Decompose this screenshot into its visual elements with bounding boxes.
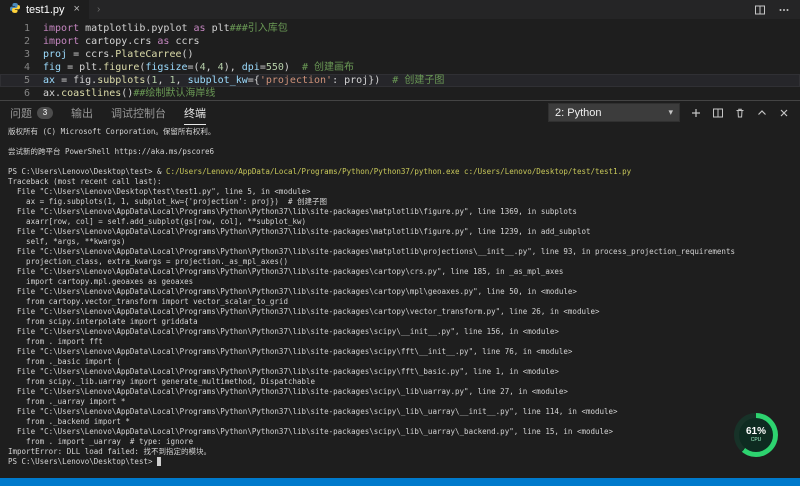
code-line[interactable]: 2import cartopy.crs as ccrs <box>0 35 800 48</box>
chevron-down-icon: ▾ <box>668 107 673 118</box>
terminal-line: File "C:\Users\Lenovo\AppData\Local\Prog… <box>8 207 800 217</box>
breadcrumb-chevron-icon: › <box>97 4 100 15</box>
code-line[interactable]: 4fig = plt.figure(figsize=(4, 4), dpi=55… <box>0 61 800 74</box>
panel-tab-debug-console[interactable]: 调试控制台 <box>111 101 166 125</box>
terminal-line: Traceback (most recent call last): <box>8 177 800 187</box>
terminal-line: File "C:\Users\Lenovo\AppData\Local\Prog… <box>8 227 800 237</box>
terminal-line: 版权所有 (C) Microsoft Corporation。保留所有权利。 <box>8 127 800 137</box>
terminal-line: File "C:\Users\Lenovo\AppData\Local\Prog… <box>8 247 800 257</box>
editor-tab-bar: test1.py × › <box>0 0 800 19</box>
code-line[interactable]: 1import matplotlib.pyplot as plt###引入库包 <box>0 22 800 35</box>
terminal-line: File "C:\Users\Lenovo\AppData\Local\Prog… <box>8 387 800 397</box>
terminal-line: import cartopy.mpl.geoaxes as geoaxes <box>8 277 800 287</box>
code-text: import cartopy.crs as ccrs <box>43 35 200 48</box>
code-text: proj = ccrs.PlateCarree() <box>43 48 194 61</box>
code-line[interactable]: 6ax.coastlines()##绘制默认海岸线 <box>0 87 800 100</box>
tab-title: test1.py <box>26 4 65 16</box>
terminal-line: from ._basic import ( <box>8 357 800 367</box>
cpu-gauge-inner: 61% CPU <box>739 418 773 452</box>
panel-header: 问题 3 输出 调试控制台 终端 2: Python ▾ <box>0 101 800 124</box>
code-line[interactable]: 3proj = ccrs.PlateCarree() <box>0 48 800 61</box>
code-text: fig = plt.figure(figsize=(4, 4), dpi=550… <box>43 61 354 74</box>
terminal-line: PS C:\Users\Lenovo\Desktop\test> <box>8 457 800 467</box>
status-bar[interactable] <box>0 478 800 486</box>
line-number: 4 <box>0 61 43 74</box>
terminal-line: from cartopy.vector_transform import vec… <box>8 297 800 307</box>
terminal-line <box>8 137 800 147</box>
panel-tab-label: 问题 <box>10 105 32 121</box>
split-terminal-icon[interactable] <box>712 107 724 119</box>
terminal-line: File "C:\Users\Lenovo\Desktop\test\test1… <box>8 187 800 197</box>
terminal-line: File "C:\Users\Lenovo\AppData\Local\Prog… <box>8 407 800 417</box>
terminal-dropdown[interactable]: 2: Python ▾ <box>548 103 680 122</box>
code-text: ax.coastlines()##绘制默认海岸线 <box>43 87 215 100</box>
more-actions-icon[interactable] <box>778 4 790 16</box>
bottom-panel: 问题3输出调试控制台终端 2: Python ▾ 版权所有 (C) Micros <box>0 100 800 478</box>
panel-tab-output[interactable]: 输出 <box>71 101 93 125</box>
maximize-panel-icon[interactable] <box>756 107 768 119</box>
terminal-line: File "C:\Users\Lenovo\AppData\Local\Prog… <box>8 267 800 277</box>
code-text: import matplotlib.pyplot as plt###引入库包 <box>43 22 288 35</box>
terminal-line: from . import fft <box>8 337 800 347</box>
terminal-line: File "C:\Users\Lenovo\AppData\Local\Prog… <box>8 327 800 337</box>
code-text: ax = fig.subplots(1, 1, subplot_kw={'pro… <box>43 74 444 87</box>
terminal-line: ax = fig.subplots(1, 1, subplot_kw={'pro… <box>8 197 800 207</box>
panel-tab-label: 调试控制台 <box>111 105 166 121</box>
terminal-line: File "C:\Users\Lenovo\AppData\Local\Prog… <box>8 427 800 437</box>
tab-close-icon[interactable]: × <box>74 4 80 15</box>
cpu-gauge: 61% CPU <box>734 413 778 457</box>
problems-badge: 3 <box>37 107 53 119</box>
close-panel-icon[interactable] <box>778 107 790 119</box>
terminal-line: File "C:\Users\Lenovo\AppData\Local\Prog… <box>8 307 800 317</box>
terminal-line: from scipy._lib.uarray import generate_m… <box>8 377 800 387</box>
terminal-line: from . import _uarray # type: ignore <box>8 437 800 447</box>
panel-tabs: 问题 3 输出 调试控制台 终端 <box>10 101 224 124</box>
split-editor-icon[interactable] <box>754 4 766 16</box>
new-terminal-icon[interactable] <box>690 107 702 119</box>
terminal-line <box>8 157 800 167</box>
panel-tab-problems[interactable]: 问题 3 <box>10 101 53 125</box>
line-number: 2 <box>0 35 43 48</box>
terminal-line: File "C:\Users\Lenovo\AppData\Local\Prog… <box>8 367 800 377</box>
terminal-dropdown-value: 2: Python <box>555 107 601 119</box>
terminal-output[interactable]: 版权所有 (C) Microsoft Corporation。保留所有权利。 尝… <box>0 124 800 478</box>
line-number: 5 <box>0 74 43 87</box>
terminal-line: from ._uarray import * <box>8 397 800 407</box>
vscode-window: { "icons": { "close": "×", "breadcrumb_c… <box>0 0 800 486</box>
line-number: 1 <box>0 22 43 35</box>
cpu-gauge-value: 61% <box>746 427 766 437</box>
terminal-line: 尝试新的跨平台 PowerShell https://aka.ms/pscore… <box>8 147 800 157</box>
editor-actions <box>754 0 800 19</box>
line-number: 6 <box>0 87 43 100</box>
panel-tab-terminal[interactable]: 终端 <box>184 101 206 125</box>
kill-terminal-icon[interactable] <box>734 107 746 119</box>
line-number: 3 <box>0 48 43 61</box>
terminal-line: File "C:\Users\Lenovo\AppData\Local\Prog… <box>8 287 800 297</box>
tab-test1py[interactable]: test1.py × <box>0 0 89 19</box>
code-editor[interactable]: 1import matplotlib.pyplot as plt###引入库包2… <box>0 19 800 100</box>
terminal-line: projection_class, extra_kwargs = project… <box>8 257 800 267</box>
terminal-line: self, *args, **kwargs) <box>8 237 800 247</box>
terminal-line: from ._backend import * <box>8 417 800 427</box>
terminal-line: PS C:\Users\Lenovo\Desktop\test> & C:/Us… <box>8 167 800 177</box>
python-file-icon <box>9 2 21 17</box>
cpu-gauge-label: CPU <box>751 437 762 443</box>
terminal-line: axarr[row, col] = self.add_subplot(gs[ro… <box>8 217 800 227</box>
editor-area: test1.py × › 1import matplotlib.pyplot a… <box>0 0 800 100</box>
terminal-line: File "C:\Users\Lenovo\AppData\Local\Prog… <box>8 347 800 357</box>
code-lines: 1import matplotlib.pyplot as plt###引入库包2… <box>0 22 800 100</box>
panel-tab-label: 终端 <box>184 105 206 121</box>
terminal-line: from scipy.interpolate import griddata <box>8 317 800 327</box>
panel-controls: 2: Python ▾ <box>548 103 790 122</box>
code-line[interactable]: 5ax = fig.subplots(1, 1, subplot_kw={'pr… <box>0 74 800 87</box>
panel-tab-label: 输出 <box>71 105 93 121</box>
terminal-line: ImportError: DLL load failed: 找不到指定的模块。 <box>8 447 800 457</box>
